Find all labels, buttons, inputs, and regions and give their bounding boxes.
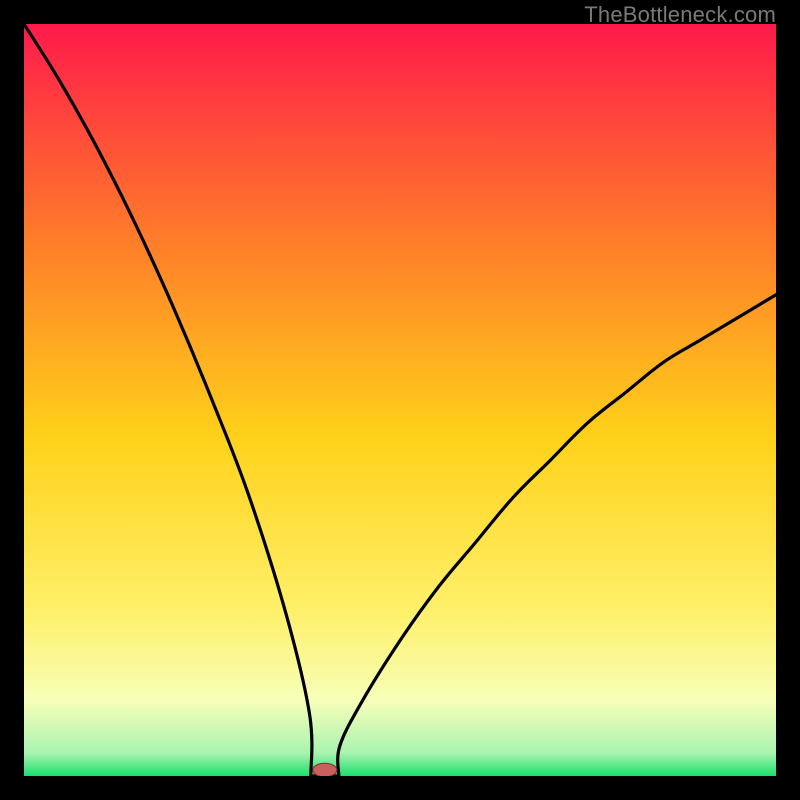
chart-plot-area (24, 24, 776, 776)
watermark-text: TheBottleneck.com (584, 2, 776, 28)
chart-svg (24, 24, 776, 776)
gradient-background (24, 24, 776, 776)
minimum-marker (313, 763, 337, 776)
